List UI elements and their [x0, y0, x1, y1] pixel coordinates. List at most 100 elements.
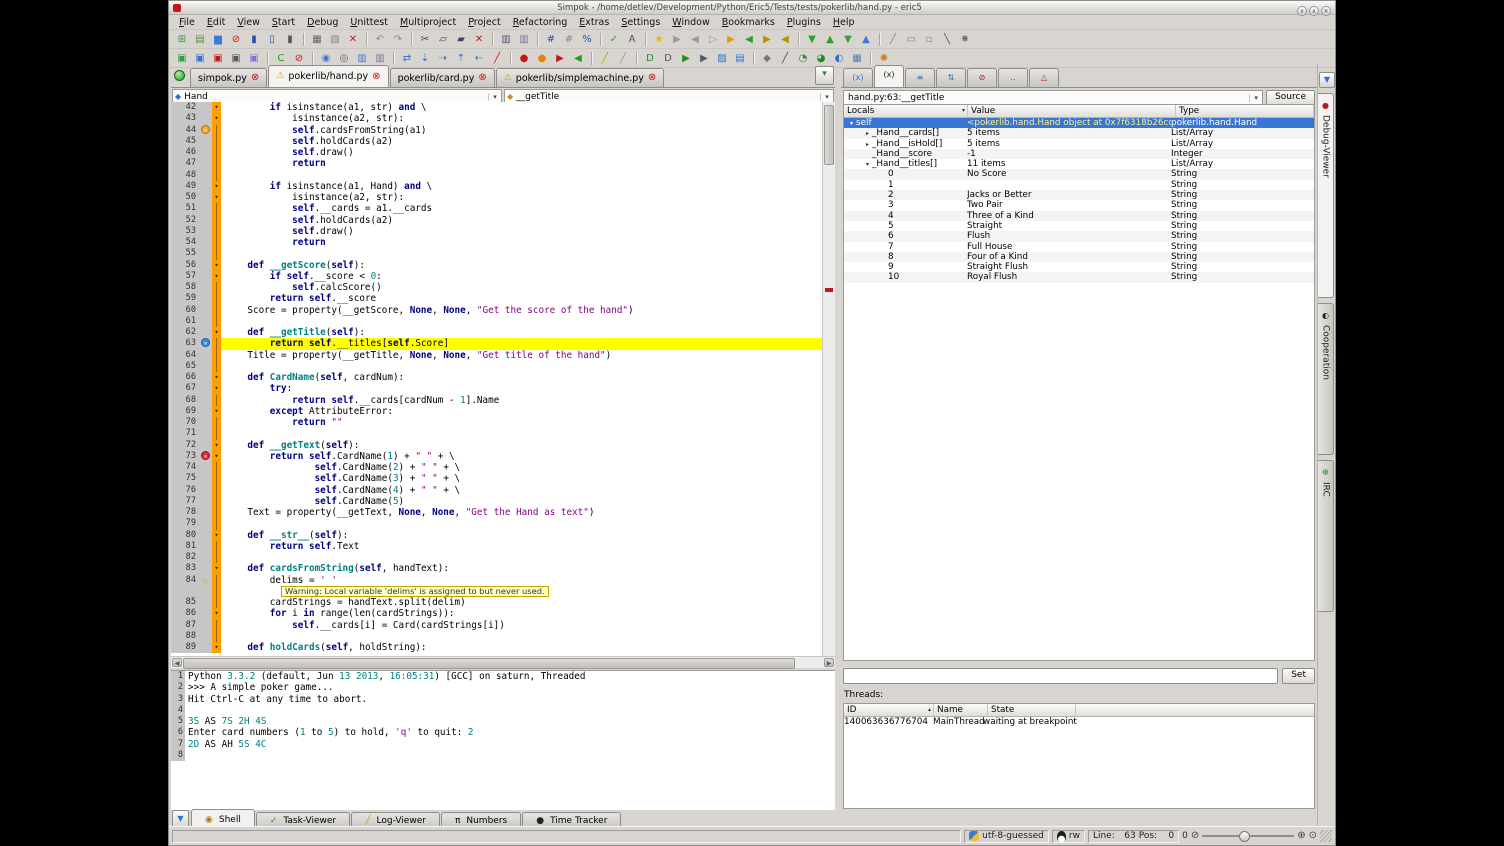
code-line-52[interactable]: 52 self.holdCards(a2)	[171, 215, 823, 226]
menu-project[interactable]: Project	[462, 17, 507, 28]
menu-view[interactable]: View	[231, 17, 266, 28]
marker-margin[interactable]	[199, 507, 212, 518]
code-editor[interactable]: 42▾ if isinstance(a1, str) and \43▾ isin…	[171, 102, 835, 656]
marker-margin[interactable]	[199, 608, 212, 619]
fold-marker-icon[interactable]: ▾	[212, 642, 221, 653]
shell-line-7[interactable]: 72D AS AH 5S 4C	[171, 739, 835, 750]
fold-line[interactable]	[212, 282, 221, 293]
resize-grip[interactable]	[1320, 830, 1332, 842]
code-line-64[interactable]: 64 Title = property(__getTitle, None, No…	[171, 350, 823, 361]
locals-row-self[interactable]: ▾self<pokerlib.hand.Hand object at 0x7f6…	[844, 118, 1314, 128]
thread-row[interactable]: 140063636776704MainThreadwaiting at brea…	[844, 717, 1314, 728]
title-bar[interactable]: Simpok - /home/detlev/Development/Python…	[169, 1, 1335, 15]
shell-line-1[interactable]: 1Python 3.3.2 (default, Jun 13 2013, 16:…	[171, 671, 835, 682]
code-line-50[interactable]: 50▾ isinstance(a2, str):	[171, 192, 823, 203]
fold-line[interactable]	[212, 496, 221, 507]
fold-line[interactable]	[212, 631, 221, 642]
marker-margin[interactable]: ✕	[199, 125, 212, 136]
save-icon[interactable]: ▮	[246, 32, 262, 47]
marker-margin[interactable]	[199, 170, 212, 181]
marker-margin[interactable]	[199, 406, 212, 417]
fold-marker-icon[interactable]: ▾	[212, 271, 221, 282]
marker-margin[interactable]	[199, 192, 212, 203]
code-line-70[interactable]: 70 return ""	[171, 417, 823, 428]
fold-line[interactable]	[212, 305, 221, 316]
toggle-comment-icon[interactable]: %	[579, 32, 595, 47]
marker-margin[interactable]	[199, 113, 212, 124]
shell-line-8[interactable]: 8	[171, 750, 835, 761]
menu-window[interactable]: Window	[666, 17, 715, 28]
marker-margin[interactable]	[199, 518, 212, 529]
code-line-74[interactable]: 74 self.CardName(2) + " " + \	[171, 462, 823, 473]
fold-line[interactable]	[212, 170, 221, 181]
code-line-44[interactable]: 44✕ self.cardsFromString(a1)	[171, 125, 823, 136]
locals-row--hand-titles-[interactable]: ▾_Hand__titles[]11 itemsList/Array	[844, 159, 1314, 169]
next-change-icon[interactable]: ▼	[840, 32, 856, 47]
prev-error-icon[interactable]: ◀	[741, 32, 757, 47]
code-line-88[interactable]: 88	[171, 631, 823, 642]
locals-row-3[interactable]: 3Two PairString	[844, 200, 1314, 210]
fold-marker-icon[interactable]: ▾	[212, 192, 221, 203]
code-line-67[interactable]: 67▾ try:	[171, 383, 823, 394]
expander-icon[interactable]: ▸	[863, 140, 872, 149]
code-line-79[interactable]: 79	[171, 518, 823, 529]
zoom-in-icon[interactable]: ⊕	[1297, 830, 1305, 842]
pretty-print-icon[interactable]: ╲	[939, 32, 955, 47]
code-line-85[interactable]: 85 cardStrings = handText.split(delim)	[171, 597, 823, 608]
code-line-71[interactable]: 71	[171, 428, 823, 439]
autocomplete-icon[interactable]: ▭	[903, 32, 919, 47]
slider-handle[interactable]	[1239, 831, 1250, 842]
filter-icon[interactable]: ▼	[1319, 72, 1335, 88]
fold-line[interactable]	[212, 361, 221, 372]
new-window-icon[interactable]: ⊞	[174, 32, 190, 47]
marker-margin[interactable]	[199, 440, 212, 451]
uncomment-icon[interactable]: #	[561, 32, 577, 47]
prev-task-icon[interactable]: ▲	[822, 32, 838, 47]
marker-margin[interactable]	[199, 361, 212, 372]
code-line-89[interactable]: 89▾ def holdCards(self, holdString):	[171, 642, 823, 653]
fold-marker-icon[interactable]: ▾	[212, 102, 221, 113]
fold-line[interactable]	[212, 316, 221, 327]
menu-edit[interactable]: Edit	[201, 17, 231, 28]
menu-multiproject[interactable]: Multiproject	[394, 17, 462, 28]
scroll-left-arrow-icon[interactable]: ◀	[172, 658, 182, 667]
menu-extras[interactable]: Extras	[573, 17, 615, 28]
code-line-57[interactable]: 57▾ if self.__score < 0:	[171, 271, 823, 282]
fold-line[interactable]	[212, 147, 221, 158]
side-tab-debug-viewer[interactable]: ●Debug-Viewer	[1318, 93, 1334, 298]
fold-line[interactable]	[212, 203, 221, 214]
shell-line-6[interactable]: 6Enter card numbers (1 to 5) to hold, 'q…	[171, 727, 835, 738]
menu-unittest[interactable]: Unittest	[344, 17, 394, 28]
column-header-id[interactable]: ID▴	[844, 704, 934, 716]
save-as-icon[interactable]: ▯	[264, 32, 280, 47]
bookmark-clear-icon[interactable]: ▷	[705, 32, 721, 47]
marker-margin[interactable]: ✕	[199, 338, 212, 349]
marker-margin[interactable]	[199, 248, 212, 259]
fold-line[interactable]	[212, 237, 221, 248]
editor-tab-pokerlib-hand-py[interactable]: ⚠pokerlib/hand.py⊗	[268, 65, 388, 87]
menu-plugins[interactable]: Plugins	[781, 17, 827, 28]
code-line-80[interactable]: 80▾ def __str__(self):	[171, 530, 823, 541]
cut-icon[interactable]: ✂	[417, 32, 433, 47]
code-line-81[interactable]: 81 return self.Text	[171, 541, 823, 552]
close-button[interactable]: ✕	[1321, 6, 1331, 16]
save-all-icon[interactable]: ▮	[282, 32, 298, 47]
fold-line[interactable]	[212, 552, 221, 563]
locals-row-1[interactable]: 1String	[844, 180, 1314, 190]
fold-marker-icon[interactable]: ▾	[212, 563, 221, 574]
fold-line[interactable]	[212, 428, 221, 439]
zoom-out-icon[interactable]: ⊘	[1191, 830, 1199, 842]
encoding-indicator[interactable]: utf-8-guessed	[964, 830, 1049, 843]
marker-margin[interactable]	[199, 136, 212, 147]
fold-marker-icon[interactable]: ▾	[212, 181, 221, 192]
marker-margin[interactable]	[199, 327, 212, 338]
menu-debug[interactable]: Debug	[301, 17, 344, 28]
fold-marker-icon[interactable]: ▾	[212, 608, 221, 619]
fold-marker-icon[interactable]: ▾	[212, 372, 221, 383]
expander-icon[interactable]: ▸	[863, 129, 872, 138]
code-line-75[interactable]: 75 self.CardName(3) + " " + \	[171, 473, 823, 484]
code-line-69[interactable]: 69▾ except AttributeError:	[171, 406, 823, 417]
locals-row-7[interactable]: 7Full HouseString	[844, 242, 1314, 252]
open-file-icon[interactable]: ▆	[210, 32, 226, 47]
fold-marker-icon[interactable]: ▾	[212, 383, 221, 394]
